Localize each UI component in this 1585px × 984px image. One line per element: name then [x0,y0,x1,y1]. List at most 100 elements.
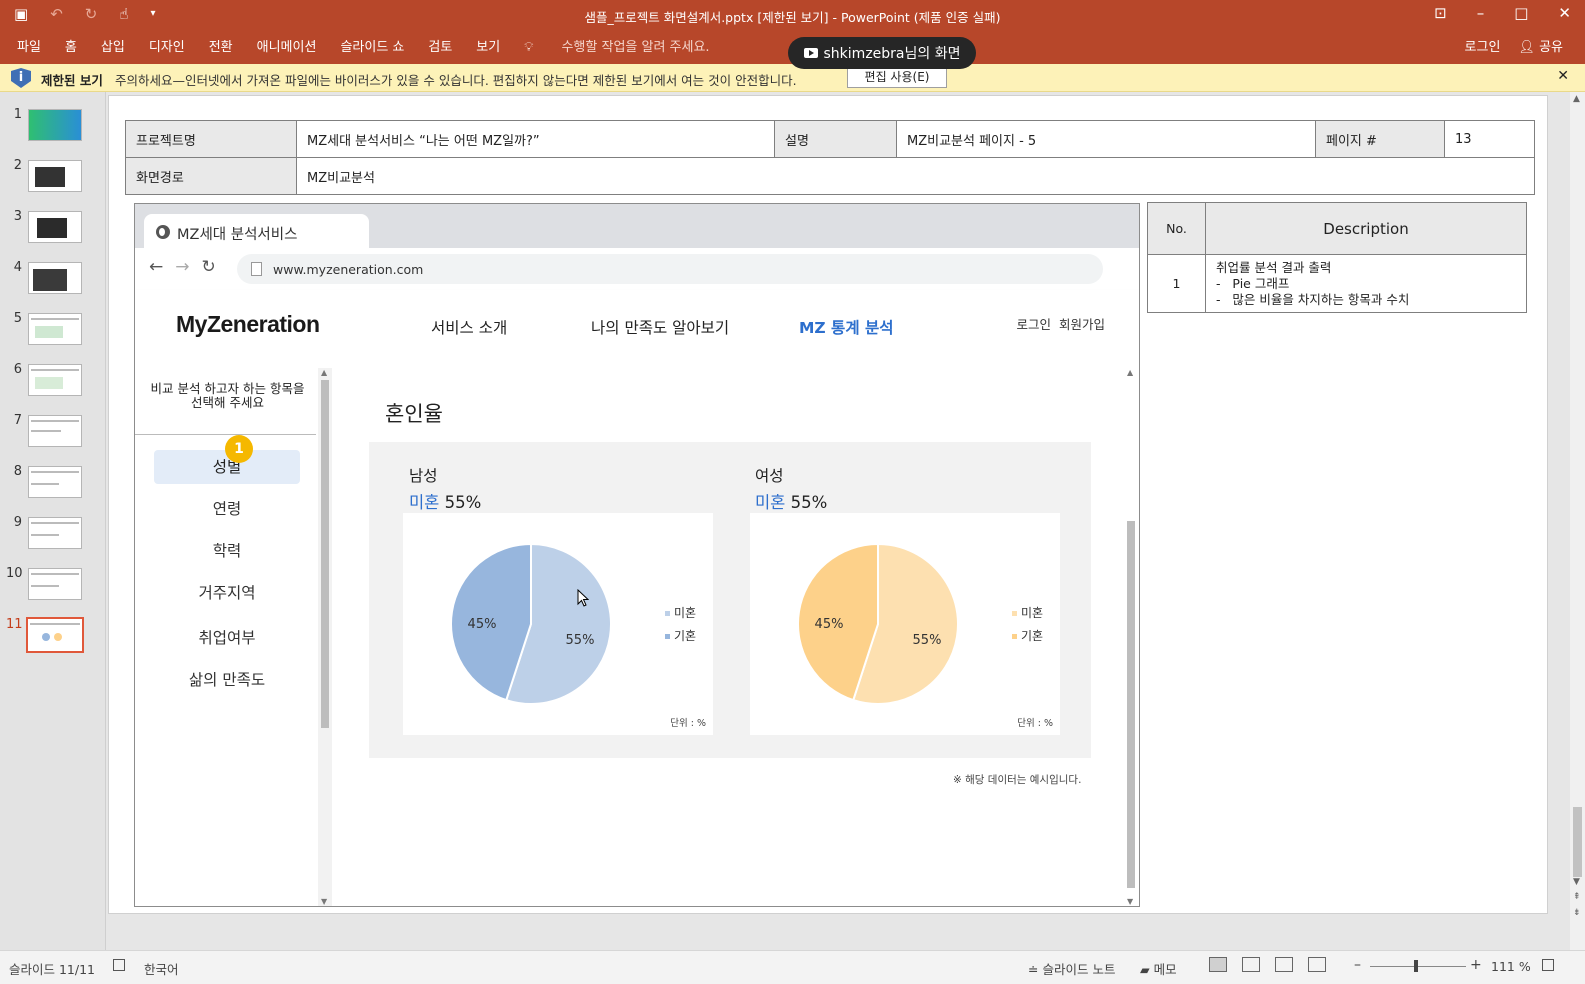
sidebar-item-region[interactable]: 거주지역 [154,576,300,610]
slide-thumbnail[interactable]: 5 [0,311,100,351]
minimize-icon[interactable]: – [1477,4,1485,22]
sidebar-scrollbar[interactable]: ▲ ▼ [318,368,332,906]
nav-mz-statistics[interactable]: MZ 통계 분석 [799,316,894,338]
slide-thumbnail[interactable]: 1 [0,107,100,147]
slide-thumbnail[interactable]: 9 [0,515,100,555]
annotation-badge: 1 [225,435,253,463]
previous-slide-icon[interactable]: ⇞ [1573,892,1581,902]
slide-thumbnail[interactable]: 8 [0,464,100,504]
tab-insert[interactable]: 삽입 [101,36,125,55]
site-signup-link[interactable]: 회원가입 [1059,314,1105,333]
window-title: 샘플_프로젝트 화면설계서.pptx [제한된 보기] - PowerPoint… [584,10,1001,25]
tab-file[interactable]: 파일 [17,36,41,55]
slide-thumbnail[interactable]: 7 [0,413,100,453]
fit-to-window-icon[interactable] [1542,959,1554,971]
chart-panel: 남성 미혼 55% 여성 미혼 55% 55% 45% 미혼 기혼 단위 : % … [369,442,1091,758]
share-button[interactable]: 👤︎ 공유 [1518,36,1563,55]
close-icon[interactable]: ✕ [1558,4,1571,22]
row-number: 1 [1147,254,1206,313]
close-icon[interactable]: ✕ [1557,68,1569,84]
notes-button[interactable]: ≐ 슬라이드 노트 [1028,959,1115,978]
scrollbar-thumb[interactable] [321,380,329,728]
tab-design[interactable]: 디자인 [149,36,185,55]
slide-number: 3 [13,209,22,224]
browser-tab-strip: MZ세대 분석서비스 [135,204,1139,248]
comments-label: 메모 [1153,962,1177,977]
scroll-down-icon[interactable]: ▼ [1573,877,1580,887]
slide-preview [28,211,82,243]
slide-thumbnail-pane: 1 2 3 4 5 6 7 8 9 10 11 [0,92,106,950]
browser-tab[interactable]: MZ세대 분석서비스 [144,214,369,248]
content-scrollbar[interactable]: ▲ ▼ [1123,368,1139,906]
language-indicator[interactable]: 한국어 [144,959,179,978]
zoom-out-icon[interactable]: – [1354,957,1361,973]
tab-slideshow[interactable]: 슬라이드 쇼 [340,36,404,55]
tab-home[interactable]: 홈 [65,36,77,55]
site-login-link[interactable]: 로그인 [1016,314,1051,333]
back-arrow-icon[interactable]: ← [149,257,163,277]
reading-view-icon[interactable] [1275,957,1293,972]
slide-thumbnail[interactable]: 4 [0,260,100,300]
next-slide-icon[interactable]: ⇟ [1573,908,1581,918]
scroll-down-icon[interactable]: ▼ [1127,897,1133,906]
legend-swatch [1012,634,1017,639]
sidebar-item-education[interactable]: 학력 [154,534,300,568]
scroll-down-icon[interactable]: ▼ [321,897,327,906]
tell-me-box[interactable]: 💡︎ 수행할 작업을 알려 주세요. [524,36,733,55]
zoom-level[interactable]: 111 % [1491,959,1531,974]
slide-sorter-icon[interactable] [1242,957,1260,972]
ribbon-display-icon[interactable]: ⊡ [1434,4,1447,22]
slide-thumbnail-active[interactable]: 11 [0,617,100,657]
table-row: 1 취업률 분석 결과 출력 - Pie 그래프 - 많은 비율을 차지하는 항… [1147,254,1527,313]
slide-thumbnail[interactable]: 10 [0,566,100,606]
tab-transitions[interactable]: 전환 [209,36,233,55]
normal-view-icon[interactable] [1209,957,1227,972]
zoom-slider-handle[interactable] [1414,960,1418,972]
spellcheck-icon[interactable] [113,959,125,971]
url-field[interactable]: www.myzeneration.com [237,254,1103,284]
slideshow-icon[interactable] [1308,957,1326,972]
legend-item-married: 기혼 [665,625,696,648]
tab-review[interactable]: 검토 [428,36,452,55]
sidebar-item-life-satisfaction[interactable]: 삶의 만족도 [154,663,300,697]
login-link[interactable]: 로그인 [1465,36,1501,55]
zoom-slider[interactable] [1370,966,1466,967]
scroll-up-icon[interactable]: ▲ [1573,94,1580,104]
reload-icon[interactable]: ↻ [202,257,216,277]
slide-scrollbar[interactable]: ▲ ▼ ⇞ ⇟ [1570,92,1585,950]
legend-item-single: 미혼 [665,602,696,625]
enable-editing-button[interactable]: 편집 사용(E) [847,67,947,88]
url-text: www.myzeneration.com [273,262,424,277]
slide-thumbnail[interactable]: 6 [0,362,100,402]
slide-preview [28,466,82,498]
site-logo[interactable]: MyZeneration [176,311,320,338]
notes-label: 슬라이드 노트 [1042,962,1116,977]
ribbon-tabs: 파일 홈 삽입 디자인 전환 애니메이션 슬라이드 쇼 검토 보기 💡︎ 수행할… [17,36,758,55]
nav-service-intro[interactable]: 서비스 소개 [431,316,507,338]
screen-spec-header-table: 프로젝트명 MZ세대 분석서비스 “나는 어떤 MZ일까?” 설명 MZ비교분석… [125,120,1535,195]
tab-view[interactable]: 보기 [476,36,500,55]
forward-arrow-icon[interactable]: → [175,257,189,277]
nav-my-satisfaction[interactable]: 나의 만족도 알아보기 [591,316,729,338]
slide-number: 1 [13,107,22,122]
maximize-icon[interactable]: □ [1514,4,1528,22]
zoom-in-icon[interactable]: + [1470,957,1482,973]
scrollbar-thumb[interactable] [1573,807,1582,877]
sidebar-prompt: 비교 분석 하고자 하는 항목을 선택해 주세요 [145,382,310,410]
pie-data-label: 45% [468,617,497,632]
sidebar-item-employment[interactable]: 취업여부 [154,621,300,655]
scrollbar-thumb[interactable] [1127,521,1135,888]
scroll-up-icon[interactable]: ▲ [321,368,327,377]
slide-thumbnail[interactable]: 3 [0,209,100,249]
description-line: - Pie 그래프 [1216,275,1290,291]
slide-number: 6 [13,362,22,377]
protected-view-label: 제한된 보기 [41,73,103,88]
page-number-label: 페이지 # [1315,120,1445,158]
unit-label: 단위 : % [670,718,706,729]
sidebar-item-age[interactable]: 연령 [154,492,300,526]
scroll-up-icon[interactable]: ▲ [1127,368,1133,377]
slide-thumbnail[interactable]: 2 [0,158,100,198]
tab-animations[interactable]: 애니메이션 [257,36,317,55]
slide-preview [28,364,82,396]
comments-button[interactable]: ▰ 메모 [1140,959,1177,978]
